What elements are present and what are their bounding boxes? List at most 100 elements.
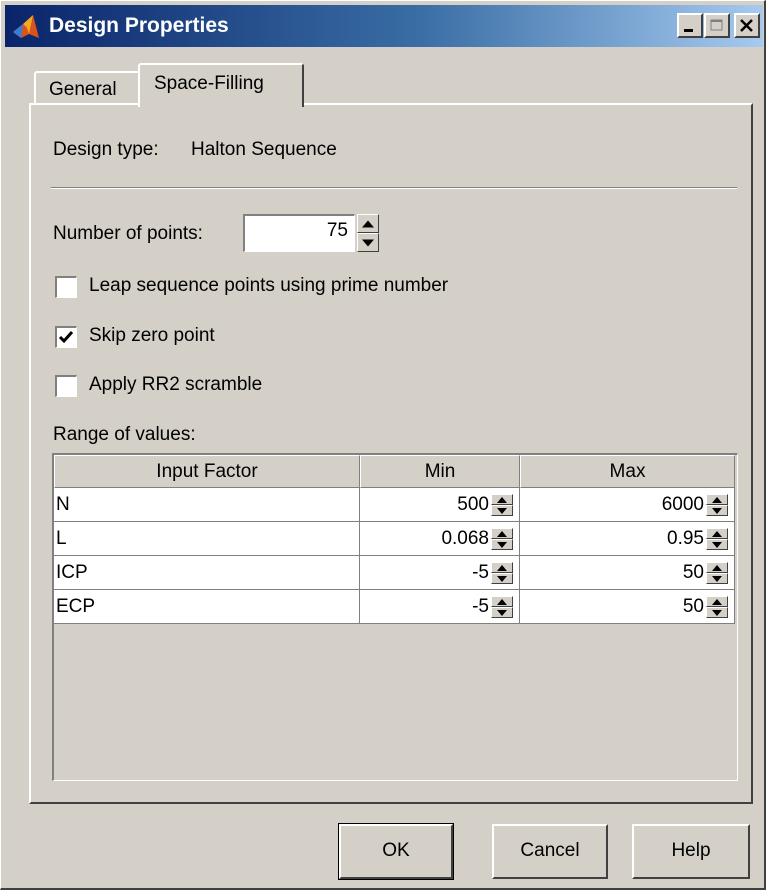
range-table: Input Factor Min Max N 500 6000 L 0.068 … xyxy=(52,453,738,781)
column-header-factor[interactable]: Input Factor xyxy=(54,455,360,488)
close-icon xyxy=(740,19,753,32)
max-cell[interactable]: 6000 xyxy=(520,488,735,522)
max-spinner[interactable] xyxy=(706,528,728,550)
min-cell[interactable]: 0.068 xyxy=(360,522,520,556)
spin-down-button[interactable] xyxy=(491,505,513,516)
min-spinner[interactable] xyxy=(491,494,513,516)
min-cell[interactable]: 500 xyxy=(360,488,520,522)
leap-checkbox[interactable] xyxy=(55,276,77,298)
spin-up-button[interactable] xyxy=(491,494,513,505)
max-cell[interactable]: 0.95 xyxy=(520,522,735,556)
rr2-checkbox[interactable] xyxy=(55,375,77,397)
min-value[interactable]: 500 xyxy=(457,488,489,521)
arrow-down-icon xyxy=(712,609,722,616)
min-value[interactable]: 0.068 xyxy=(441,522,489,555)
tab-general[interactable]: General xyxy=(34,71,140,107)
maximize-icon xyxy=(710,19,723,31)
max-value[interactable]: 50 xyxy=(683,556,704,589)
max-spinner[interactable] xyxy=(706,494,728,516)
close-button[interactable] xyxy=(734,13,760,38)
arrow-down-icon xyxy=(497,575,507,582)
spin-up-button[interactable] xyxy=(706,562,728,573)
window-title: Design Properties xyxy=(49,14,229,37)
column-header-max[interactable]: Max xyxy=(520,455,735,488)
spin-down-button[interactable] xyxy=(491,573,513,584)
arrow-down-icon xyxy=(712,541,722,548)
arrow-down-icon xyxy=(712,507,722,514)
tab-space-filling-label: Space-Filling xyxy=(154,73,264,94)
table-row: ICP -5 50 xyxy=(54,556,735,590)
spin-up-button[interactable] xyxy=(491,596,513,607)
tab-general-label: General xyxy=(49,79,117,100)
minimize-button[interactable] xyxy=(677,13,703,38)
title-bar[interactable]: Design Properties xyxy=(5,5,763,47)
spin-down-button[interactable] xyxy=(357,233,379,252)
matlab-logo-icon xyxy=(13,15,39,38)
spin-down-button[interactable] xyxy=(706,607,728,618)
help-button[interactable]: Help xyxy=(632,824,750,879)
max-value[interactable]: 6000 xyxy=(662,488,704,521)
min-value[interactable]: -5 xyxy=(472,556,489,589)
max-value[interactable]: 0.95 xyxy=(667,522,704,555)
arrow-up-icon xyxy=(712,598,722,605)
arrow-up-icon xyxy=(497,496,507,503)
min-cell[interactable]: -5 xyxy=(360,556,520,590)
arrow-up-icon xyxy=(362,220,374,227)
arrow-down-icon xyxy=(712,575,722,582)
spin-up-button[interactable] xyxy=(706,528,728,539)
spin-up-button[interactable] xyxy=(357,214,379,233)
arrow-up-icon xyxy=(712,496,722,503)
arrow-up-icon xyxy=(712,530,722,537)
factor-cell[interactable]: ICP xyxy=(54,556,360,590)
min-spinner[interactable] xyxy=(491,528,513,550)
cancel-button[interactable]: Cancel xyxy=(492,824,608,879)
factor-cell[interactable]: L xyxy=(54,522,360,556)
minimize-icon xyxy=(684,29,693,32)
min-spinner[interactable] xyxy=(491,596,513,618)
spin-up-button[interactable] xyxy=(706,596,728,607)
spin-down-button[interactable] xyxy=(706,573,728,584)
separator xyxy=(51,187,737,189)
spin-down-button[interactable] xyxy=(491,607,513,618)
points-input[interactable]: 75 xyxy=(243,214,355,252)
max-spinner[interactable] xyxy=(706,562,728,584)
maximize-button[interactable] xyxy=(704,13,730,38)
arrow-down-icon xyxy=(362,239,374,246)
skip-zero-checkbox[interactable] xyxy=(55,326,77,348)
dialog-window: Design Properties General Space-Filling … xyxy=(0,0,766,890)
checkmark-icon xyxy=(58,331,74,344)
spin-up-button[interactable] xyxy=(706,494,728,505)
arrow-up-icon xyxy=(712,564,722,571)
table-row: N 500 6000 xyxy=(54,488,735,522)
tab-space-filling[interactable]: Space-Filling xyxy=(138,63,304,107)
leap-label: Leap sequence points using prime number xyxy=(89,275,449,296)
spin-up-button[interactable] xyxy=(491,528,513,539)
spin-up-button[interactable] xyxy=(491,562,513,573)
min-spinner[interactable] xyxy=(491,562,513,584)
max-value[interactable]: 50 xyxy=(683,590,704,623)
design-type-label: Design type: xyxy=(53,139,159,160)
table-row: ECP -5 50 xyxy=(54,590,735,624)
range-label: Range of values: xyxy=(53,424,196,445)
max-cell[interactable]: 50 xyxy=(520,556,735,590)
max-spinner[interactable] xyxy=(706,596,728,618)
min-cell[interactable]: -5 xyxy=(360,590,520,624)
ok-button[interactable]: OK xyxy=(338,823,454,880)
arrow-down-icon xyxy=(497,609,507,616)
column-header-min[interactable]: Min xyxy=(360,455,520,488)
points-label: Number of points: xyxy=(53,223,203,244)
min-value[interactable]: -5 xyxy=(472,590,489,623)
spin-down-button[interactable] xyxy=(491,539,513,550)
skip-zero-label: Skip zero point xyxy=(89,325,215,346)
design-type-value: Halton Sequence xyxy=(191,139,337,160)
table-row: L 0.068 0.95 xyxy=(54,522,735,556)
max-cell[interactable]: 50 xyxy=(520,590,735,624)
arrow-up-icon xyxy=(497,530,507,537)
arrow-up-icon xyxy=(497,564,507,571)
spin-down-button[interactable] xyxy=(706,505,728,516)
factor-cell[interactable]: ECP xyxy=(54,590,360,624)
points-spinner[interactable] xyxy=(357,214,379,252)
rr2-label: Apply RR2 scramble xyxy=(89,374,263,395)
spin-down-button[interactable] xyxy=(706,539,728,550)
factor-cell[interactable]: N xyxy=(54,488,360,522)
